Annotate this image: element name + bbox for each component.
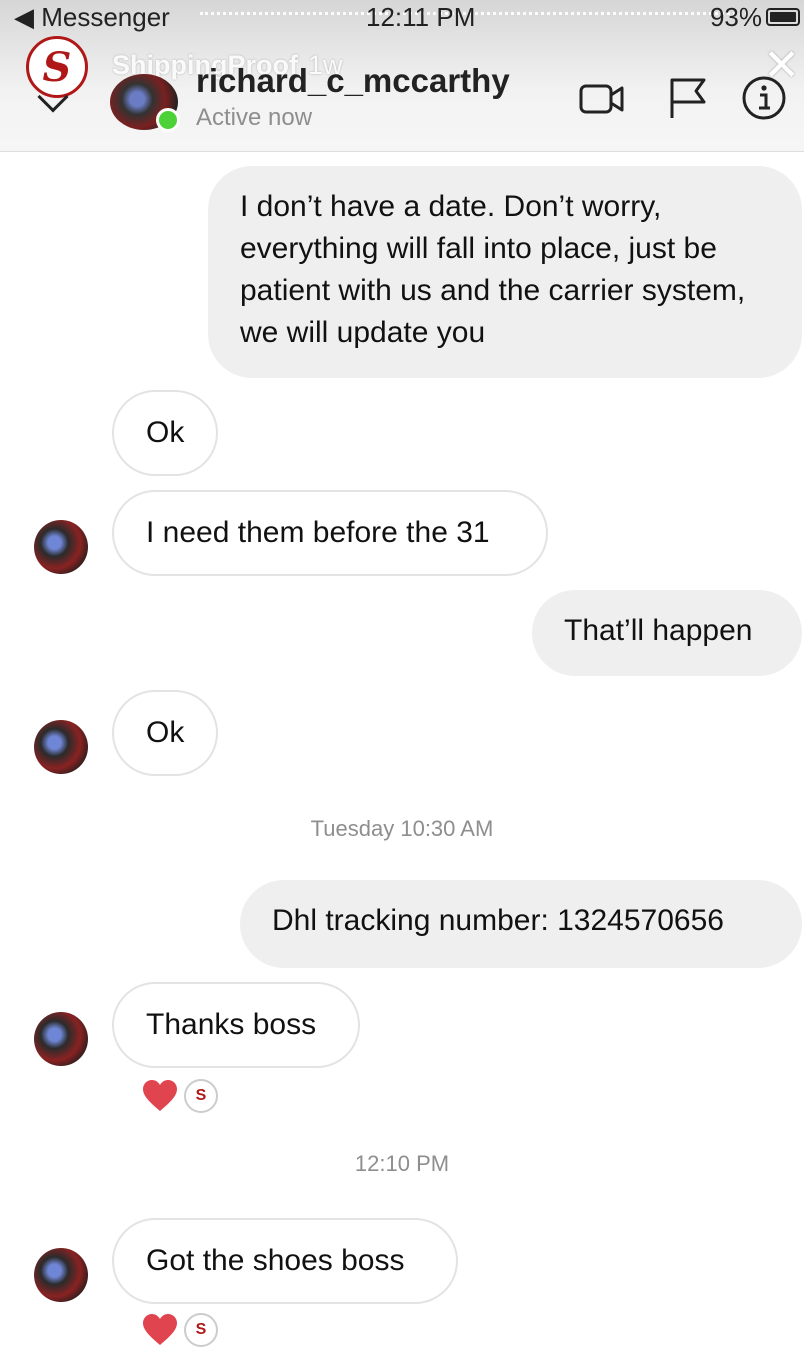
heart-icon xyxy=(143,1080,177,1111)
status-bar: ◀ Messenger 12:11 PM 93% xyxy=(0,0,804,34)
clock: 12:11 PM xyxy=(366,2,476,32)
info-icon[interactable] xyxy=(740,74,788,122)
message-text: Thanks boss xyxy=(146,1008,317,1041)
flag-icon[interactable] xyxy=(664,74,712,122)
battery-icon xyxy=(766,8,800,26)
heart-icon xyxy=(143,1314,177,1345)
online-indicator xyxy=(156,108,180,132)
message-text: That’ll happen xyxy=(564,614,753,647)
top-bar: ◀ Messenger 12:11 PM 93% S ShippingProof… xyxy=(0,0,804,152)
message-bubble-outgoing[interactable]: Dhl tracking number: 1324570656 xyxy=(240,880,802,968)
sender-avatar[interactable] xyxy=(34,720,88,774)
sender-avatar[interactable] xyxy=(34,1248,88,1302)
message-bubble-incoming[interactable]: Ok xyxy=(112,390,218,476)
message-bubble-incoming[interactable]: Got the shoes boss xyxy=(112,1218,458,1304)
back-to-app-label[interactable]: ◀ Messenger xyxy=(14,2,170,33)
reactor-avatar: S xyxy=(184,1079,218,1113)
sender-avatar[interactable] xyxy=(34,520,88,574)
message-text: Got the shoes boss xyxy=(146,1244,405,1277)
story-progress-bar xyxy=(200,12,754,15)
reactor-avatar: S xyxy=(184,1313,218,1347)
message-reactions[interactable]: S xyxy=(142,1078,218,1114)
message-bubble-incoming[interactable]: Thanks boss xyxy=(112,982,360,1068)
message-text: I don’t have a date. Don’t worry, everyt… xyxy=(240,190,746,349)
video-call-icon[interactable] xyxy=(578,74,626,122)
message-bubble-incoming[interactable]: Ok xyxy=(112,690,218,776)
timestamp: Tuesday 10:30 AM xyxy=(310,816,494,841)
message-text: Ok xyxy=(146,416,185,449)
timestamp: 12:10 PM xyxy=(354,1151,450,1176)
message-text: I need them before the 31 xyxy=(146,516,490,549)
contact-status: Active now xyxy=(196,104,313,131)
battery-percent: 93% xyxy=(709,2,762,32)
message-text: Ok xyxy=(146,716,185,749)
message-bubble-outgoing[interactable]: I don’t have a date. Don’t worry, everyt… xyxy=(208,166,802,378)
message-reactions[interactable]: S xyxy=(142,1312,218,1348)
message-bubble-incoming[interactable]: I need them before the 31 xyxy=(112,490,548,576)
contact-name[interactable]: richard_c_mccarthy xyxy=(196,62,510,100)
sender-avatar[interactable] xyxy=(34,1012,88,1066)
message-text: Dhl tracking number: 1324570656 xyxy=(272,904,724,937)
message-bubble-outgoing[interactable]: That’ll happen xyxy=(532,590,802,676)
